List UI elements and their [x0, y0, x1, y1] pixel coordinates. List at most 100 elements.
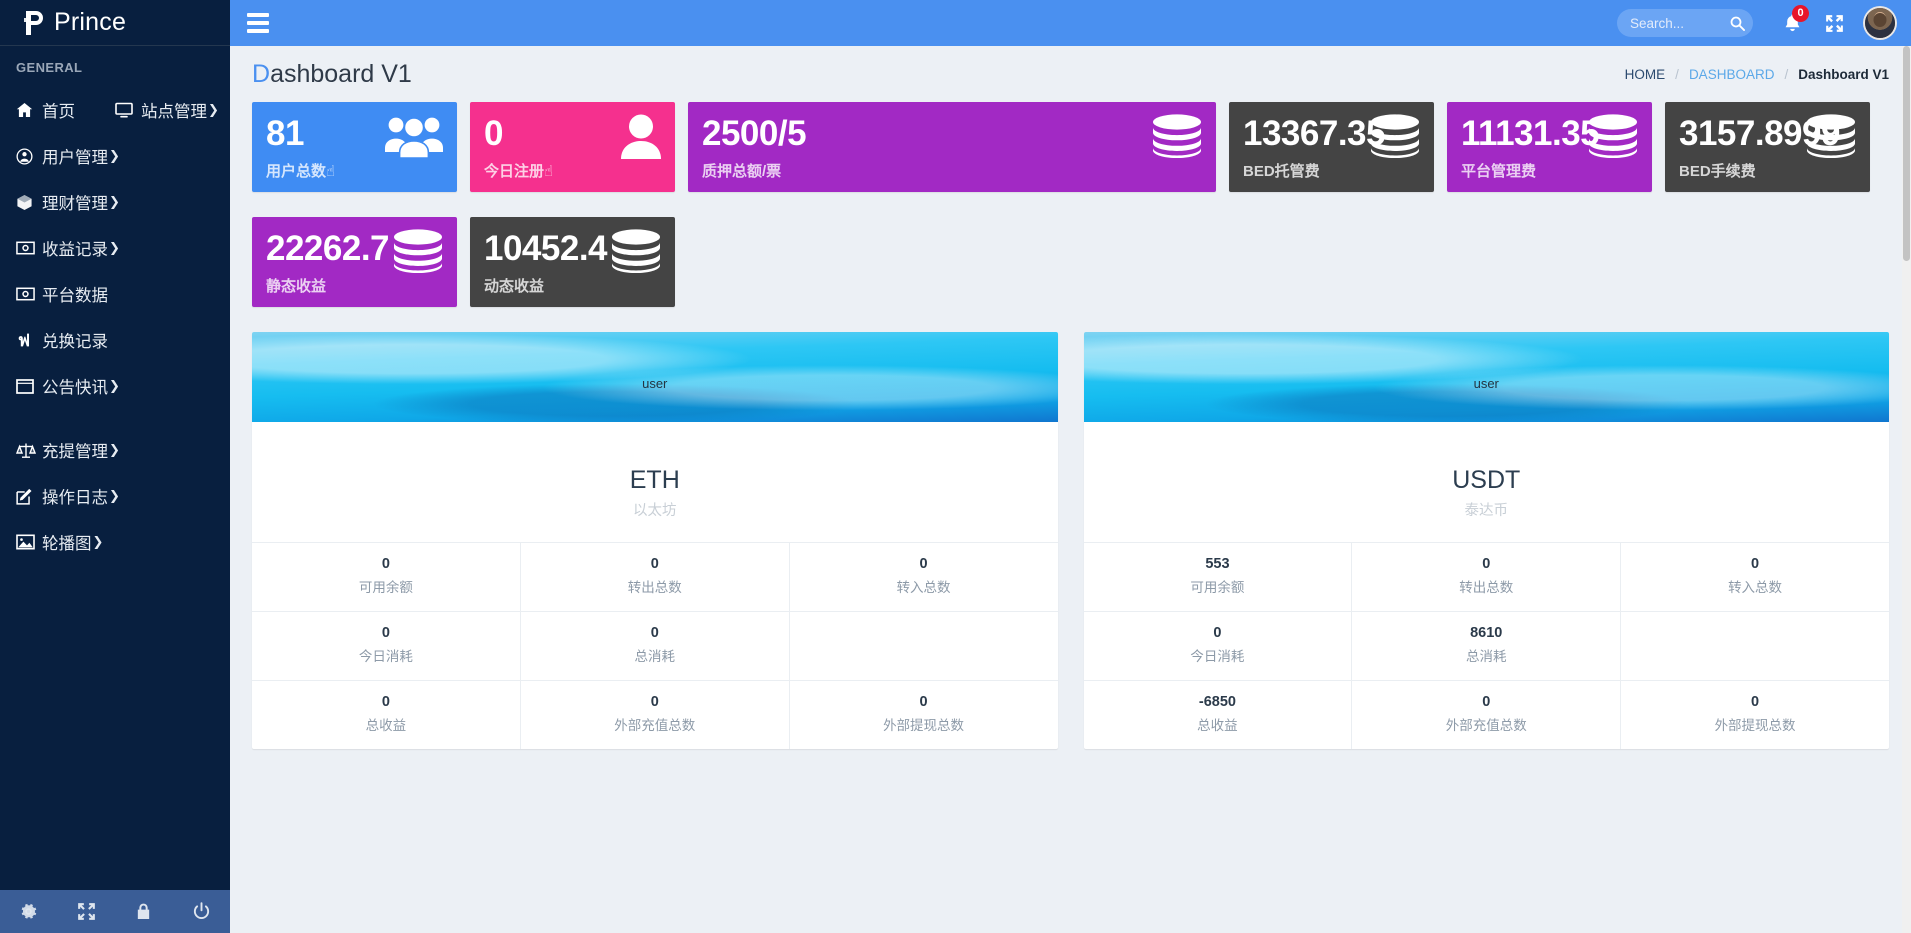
coin-stat-value: 0: [381, 694, 390, 710]
coin-stat-label: 总消耗: [1465, 649, 1507, 664]
sidebar-item-platform-data[interactable]: 平台数据: [0, 271, 230, 317]
sidebar-footer: [0, 890, 230, 933]
coin-stat-cell: -6850 总收益: [1084, 681, 1353, 749]
header-actions: 0: [1617, 0, 1911, 46]
sidebar-link-site-management[interactable]: 站点管理 ❯: [99, 87, 219, 133]
coin-stat-value: 0: [381, 625, 390, 641]
coin-stat-label: 外部充值总数: [614, 718, 696, 733]
coin-stat-value: 0: [1213, 625, 1222, 641]
page-title: Dashboard V1: [252, 60, 412, 89]
sidebar-link-platform-data[interactable]: 平台数据: [0, 271, 230, 317]
chevron-right-icon: ❯: [109, 378, 120, 393]
sidebar-item-finance-management[interactable]: 理财管理 ❯: [0, 179, 230, 225]
coin-stat-label: 可用余额: [358, 580, 413, 595]
sidebar-link-user-management[interactable]: 用户管理 ❯: [0, 133, 230, 179]
money-bill-icon: [16, 287, 42, 301]
coin-stat-value: 0: [650, 694, 659, 710]
avatar[interactable]: [1863, 6, 1897, 40]
sidebar-link-carousel[interactable]: 轮播图 ❯: [0, 519, 230, 565]
prince-p-logo-icon: [22, 9, 48, 37]
content-scrollbar[interactable]: [1902, 46, 1911, 933]
coin-stat-label: 总收益: [365, 718, 407, 733]
lock-icon[interactable]: [115, 902, 173, 921]
stat-card-col: 81 用户总数☝: [252, 102, 470, 217]
sidebar-item-announcements[interactable]: 公告快讯 ❯: [0, 363, 230, 409]
sidebar-item-operation-log[interactable]: 操作日志 ❯: [0, 473, 230, 519]
fullscreen-toggle[interactable]: [1813, 0, 1855, 46]
sidebar-section-header: GENERAL: [16, 60, 83, 75]
coin-stat-label: 总收益: [1197, 718, 1238, 733]
sidebar-link-announcements[interactable]: 公告快讯 ❯: [0, 363, 230, 409]
home-icon: [16, 102, 42, 118]
sidebar-link-operation-log[interactable]: 操作日志 ❯: [0, 473, 230, 519]
search-icon[interactable]: [1727, 13, 1747, 33]
power-icon[interactable]: [173, 902, 231, 921]
sidebar-item-carousel[interactable]: 轮播图 ❯: [0, 519, 230, 565]
coin-stat-cell: 0 可用余额: [252, 543, 521, 611]
chevron-right-icon: ❯: [92, 534, 104, 549]
coin-stat-value: 0: [650, 556, 659, 572]
coin-stat-row: 0 今日消耗 8610 总消耗: [1083, 611, 1889, 680]
stat-card-total-staked[interactable]: 2500/5 质押总额/票: [688, 102, 1216, 192]
chevron-right-icon: ❯: [109, 240, 120, 255]
stat-card-col: 2500/5 质押总额/票: [688, 102, 1229, 217]
coin-stat-label: 转入总数: [1728, 580, 1783, 595]
stat-card-label: 用户总数☝: [266, 163, 336, 181]
sidebar-link-exchange-record[interactable]: ฟ 兑换记录: [0, 317, 230, 363]
sidebar-link-earnings-record[interactable]: 收益记录 ❯: [0, 225, 230, 271]
sidebar-link-home[interactable]: 首页: [0, 87, 99, 133]
stat-card-col: 11131.35 平台管理费: [1447, 102, 1665, 217]
coin-panel-banner-tag: user: [642, 376, 668, 391]
stat-card-col: 13367.35 BED托管费: [1229, 102, 1447, 217]
stat-card-label: BED手续费: [1679, 163, 1756, 181]
brand-logo[interactable]: Prince: [0, 0, 230, 46]
coin-stat-label: 总消耗: [634, 649, 675, 664]
stat-card-bed-handling-fee[interactable]: 3157.8999 BED手续费: [1665, 102, 1870, 192]
coin-stat-row: 0 可用余额 0 转出总数 0 转入总数: [252, 542, 1058, 611]
coin-stat-value: 0: [1482, 556, 1491, 572]
stat-card-static-earnings[interactable]: 22262.7 静态收益: [252, 217, 457, 307]
coin-stat-cell: 553 可用余额: [1084, 543, 1353, 611]
coin-name: 泰达币: [1464, 503, 1509, 519]
database-icon: [1370, 114, 1420, 163]
sidebar-link-finance-management[interactable]: 理财管理 ❯: [0, 179, 230, 225]
sidebar-label-platform-data: 平台数据: [42, 287, 108, 305]
stat-card-dynamic-earnings[interactable]: 10452.4 动态收益: [470, 217, 675, 307]
coin-stat-label: 可用余额: [1190, 580, 1245, 595]
hamburger-menu-icon[interactable]: [230, 0, 286, 46]
gear-icon[interactable]: [0, 902, 58, 921]
notifications-bell[interactable]: 0: [1771, 0, 1813, 46]
coin-symbol: USDT: [1452, 466, 1521, 494]
sidebar-label-exchange-record: 兑换记录: [42, 333, 108, 351]
coin-panel-banner: user: [1083, 332, 1889, 422]
coin-stat-cell-empty: [1621, 612, 1889, 680]
breadcrumb-separator: /: [1675, 66, 1679, 82]
sidebar-item-earnings-record[interactable]: 收益记录 ❯: [0, 225, 230, 271]
stat-card-bed-custody-fee[interactable]: 13367.35 BED托管费: [1229, 102, 1434, 192]
breadcrumb-item-home[interactable]: HOME: [1625, 67, 1666, 82]
sidebar-item-home[interactable]: 首页 站点管理 ❯: [0, 87, 230, 133]
coin-stat-cell: 0 转出总数: [521, 543, 790, 611]
sidebar-item-deposit-withdraw[interactable]: 充提管理 ❯: [0, 427, 230, 473]
stat-card-col: 10452.4 动态收益: [470, 217, 688, 332]
coin-stat-cell-empty: [790, 612, 1058, 680]
stat-card-total-users[interactable]: 81 用户总数☝: [252, 102, 457, 192]
sidebar-item-exchange-record[interactable]: ฟ 兑换记录: [0, 317, 230, 363]
sidebar-label-operation-log: 操作日志: [42, 489, 108, 507]
sidebar: Prince GENERAL 首页 站点管理 ❯ 用户管理 ❯ 理财管理 ❯ 收…: [0, 0, 230, 933]
coin-stat-value: 553: [1205, 556, 1230, 572]
sidebar-label-announcements: 公告快讯: [42, 379, 108, 397]
expand-arrows-icon[interactable]: [58, 902, 116, 921]
coin-stat-label: 今日消耗: [358, 649, 413, 664]
users-group-icon: [385, 114, 443, 163]
sidebar-item-user-management[interactable]: 用户管理 ❯: [0, 133, 230, 179]
bitcoin-icon: ฟ: [18, 330, 31, 350]
breadcrumb-item-dashboard[interactable]: DASHBOARD: [1689, 67, 1775, 82]
sidebar-label-deposit-withdraw: 充提管理: [42, 443, 108, 461]
sidebar-link-deposit-withdraw[interactable]: 充提管理 ❯: [0, 427, 230, 473]
sidebar-label-finance-management: 理财管理: [42, 195, 108, 213]
stat-card-platform-management-fee[interactable]: 11131.35 平台管理费: [1447, 102, 1652, 192]
balance-scale-icon: [16, 442, 42, 459]
stat-card-today-registrations[interactable]: 0 今日注册☝: [470, 102, 675, 192]
scrollbar-thumb[interactable]: [1903, 46, 1910, 261]
